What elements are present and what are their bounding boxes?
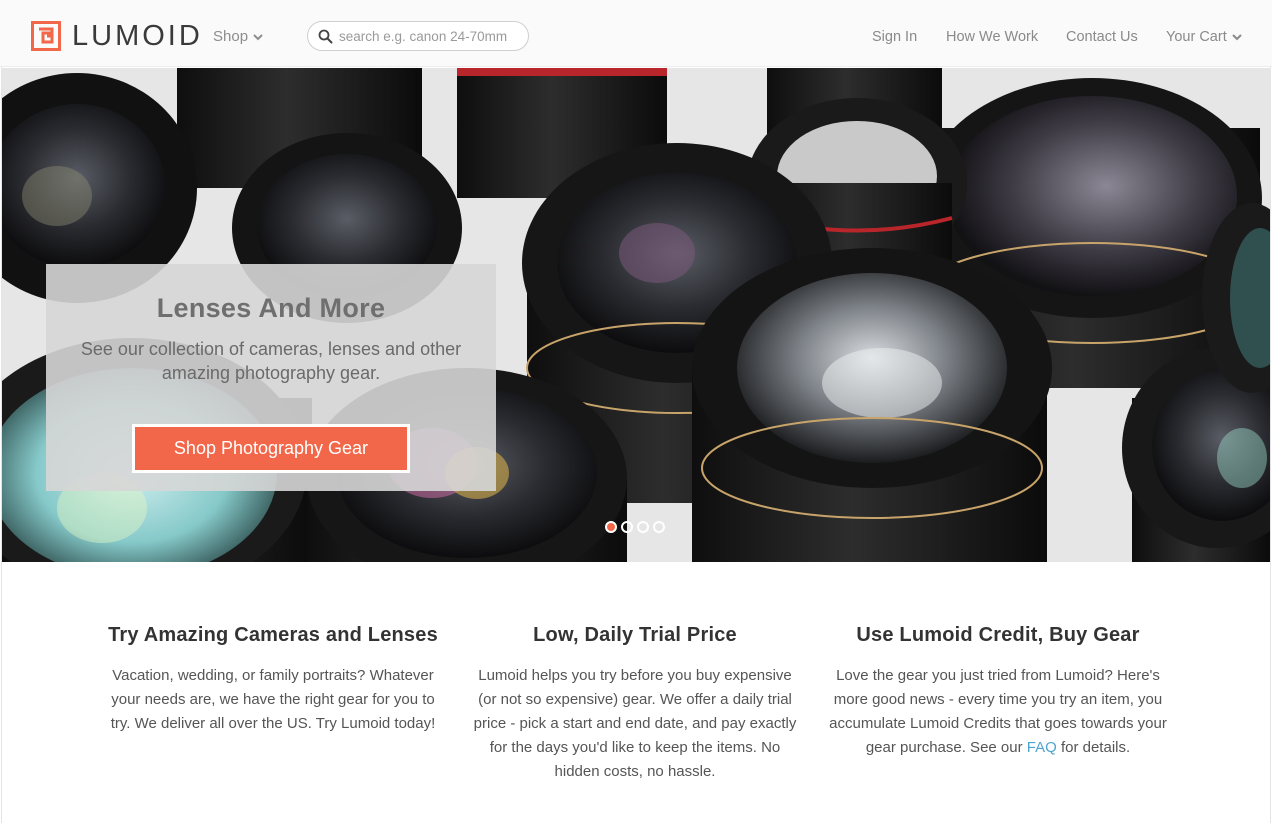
faq-link[interactable]: FAQ bbox=[1027, 739, 1057, 756]
hero-carousel: Lenses And More See our collection of ca… bbox=[2, 68, 1270, 562]
lumoid-logo-icon bbox=[31, 21, 61, 51]
chevron-down-icon bbox=[253, 33, 263, 40]
hero-title: Lenses And More bbox=[156, 293, 386, 323]
carousel-dot[interactable] bbox=[621, 521, 633, 533]
search-icon bbox=[318, 29, 333, 43]
hero-caption: Lenses And More See our collection of ca… bbox=[46, 264, 496, 491]
nav-sign-in[interactable]: Sign In bbox=[872, 29, 917, 45]
chevron-down-icon bbox=[1232, 34, 1242, 41]
feature-lumoid-credit: Use Lumoid Credit, Buy Gear Love the gea… bbox=[829, 624, 1167, 760]
site-header: LUMOID Shop Sign In How We Work Contact … bbox=[0, 0, 1272, 67]
search-box[interactable] bbox=[307, 21, 529, 51]
shop-menu[interactable]: Shop bbox=[213, 28, 264, 45]
nav-your-cart[interactable]: Your Cart bbox=[1166, 29, 1243, 45]
logo[interactable]: LUMOID bbox=[31, 20, 203, 52]
feature-text-after: for details. bbox=[1056, 739, 1131, 756]
cart-label: Your Cart bbox=[1166, 29, 1227, 45]
feature-try-gear: Try Amazing Cameras and Lenses Vacation,… bbox=[104, 624, 442, 736]
shop-label: Shop bbox=[213, 28, 249, 45]
shop-photography-gear-button[interactable]: Shop Photography Gear bbox=[132, 424, 410, 473]
nav-contact-us[interactable]: Contact Us bbox=[1066, 29, 1138, 45]
carousel-dot[interactable] bbox=[637, 521, 649, 533]
logo-text: LUMOID bbox=[72, 20, 203, 52]
carousel-dot[interactable] bbox=[605, 521, 617, 533]
carousel-dot[interactable] bbox=[653, 521, 665, 533]
search-input[interactable] bbox=[339, 28, 524, 44]
feature-text: Vacation, wedding, or family portraits? … bbox=[110, 667, 436, 732]
feature-title: Low, Daily Trial Price bbox=[533, 624, 737, 646]
carousel-dots bbox=[605, 521, 665, 533]
hero-text: See our collection of cameras, lenses an… bbox=[80, 339, 462, 383]
nav-how-we-work[interactable]: How We Work bbox=[946, 29, 1038, 45]
feature-title: Try Amazing Cameras and Lenses bbox=[108, 624, 438, 646]
feature-text: Lumoid helps you try before you buy expe… bbox=[473, 667, 797, 780]
feature-daily-price: Low, Daily Trial Price Lumoid helps you … bbox=[470, 624, 800, 784]
feature-title: Use Lumoid Credit, Buy Gear bbox=[856, 624, 1140, 646]
feature-text: Love the gear you just tried from Lumoid… bbox=[829, 664, 1167, 760]
